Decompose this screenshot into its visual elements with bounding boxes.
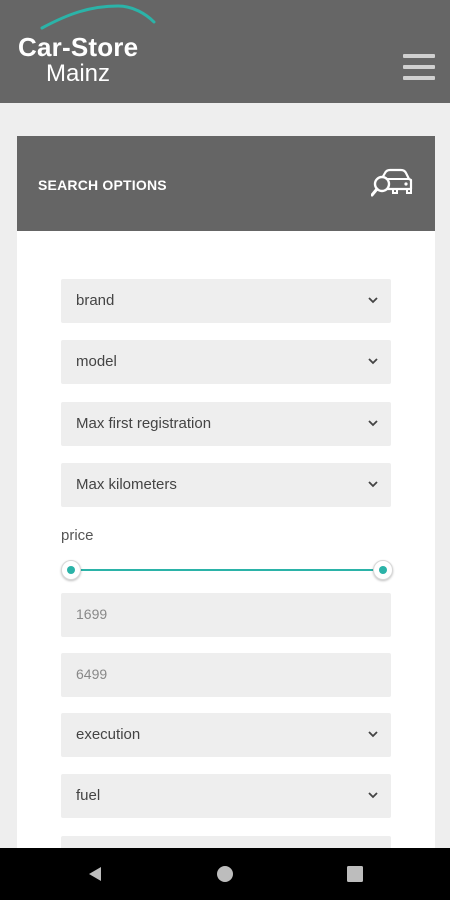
price-max-value: 6499 <box>76 666 108 682</box>
brand-select-label: brand <box>76 292 115 309</box>
chevron-down-icon <box>368 297 378 304</box>
kilometers-select[interactable]: Max kilometers <box>61 463 391 507</box>
back-triangle-icon[interactable] <box>83 862 107 886</box>
price-max-handle[interactable] <box>373 560 393 580</box>
price-label: price <box>61 527 94 544</box>
chevron-down-icon <box>368 792 378 799</box>
model-select[interactable]: model <box>61 340 391 384</box>
car-roof-icon <box>40 4 156 30</box>
chevron-down-icon <box>368 731 378 738</box>
hamburger-icon[interactable] <box>403 54 435 84</box>
price-range-track <box>71 569 383 571</box>
search-options-card: SEARCH OPTIONS brand model Max first reg… <box>17 136 435 896</box>
price-min-value: 1699 <box>76 606 108 622</box>
app-header: Car-Store Mainz <box>0 0 450 103</box>
search-options-header: SEARCH OPTIONS <box>17 136 435 231</box>
chevron-down-icon <box>368 420 378 427</box>
first-registration-select-label: Max first registration <box>76 415 212 432</box>
price-range-slider[interactable] <box>61 560 393 580</box>
fuel-select-label: fuel <box>76 787 101 804</box>
car-store-logo[interactable]: Car-Store Mainz <box>18 4 158 90</box>
system-navigation-bar <box>0 848 450 900</box>
execution-select-label: execution <box>76 726 141 743</box>
recents-square-icon[interactable] <box>343 862 367 886</box>
fuel-select[interactable]: fuel <box>61 774 391 818</box>
search-options-title: SEARCH OPTIONS <box>38 177 167 193</box>
price-min-input[interactable]: 1699 <box>61 593 391 637</box>
chevron-down-icon <box>368 481 378 488</box>
logo-subtitle: Mainz <box>46 60 111 87</box>
first-registration-select[interactable]: Max first registration <box>61 402 391 446</box>
execution-select[interactable]: execution <box>61 713 391 757</box>
price-min-handle[interactable] <box>61 560 81 580</box>
brand-select[interactable]: brand <box>61 279 391 323</box>
chevron-down-icon <box>368 358 378 365</box>
price-max-input[interactable]: 6499 <box>61 653 391 697</box>
logo-title: Car-Store <box>18 32 139 62</box>
car-search-icon[interactable] <box>371 166 413 200</box>
home-circle-icon[interactable] <box>213 862 237 886</box>
kilometers-select-label: Max kilometers <box>76 476 177 493</box>
model-select-label: model <box>76 353 117 370</box>
